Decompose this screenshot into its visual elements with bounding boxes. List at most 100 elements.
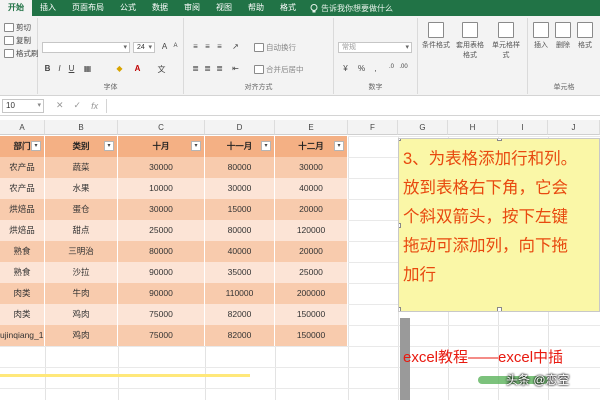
wrap-text-button[interactable]: 自动换行: [254, 42, 296, 53]
copy-button[interactable]: 复制: [4, 35, 31, 46]
column-header[interactable]: C: [118, 120, 205, 135]
resize-handle[interactable]: [497, 307, 502, 311]
cut-button[interactable]: 剪切: [4, 22, 31, 33]
align-left-icon[interactable]: ≣: [190, 64, 201, 73]
table-cell[interactable]: 30000: [118, 199, 205, 220]
align-bottom-icon[interactable]: ≡: [214, 42, 225, 51]
resize-handle[interactable]: [497, 139, 502, 141]
cancel-icon[interactable]: ✕: [56, 100, 64, 111]
table-cell[interactable]: 30000: [118, 157, 205, 178]
table-cell[interactable]: 25000: [118, 220, 205, 241]
table-cell[interactable]: 10000: [118, 178, 205, 199]
insert-cells-button[interactable]: 插入: [530, 22, 552, 50]
filter-dropdown-icon[interactable]: ▾: [104, 141, 114, 151]
table-cell[interactable]: 肉类: [0, 283, 45, 304]
filter-dropdown-icon[interactable]: ▾: [191, 141, 201, 151]
ribbon-tab[interactable]: 帮助: [240, 0, 272, 16]
name-box[interactable]: 10: [2, 98, 44, 113]
ribbon-tab[interactable]: 格式: [272, 0, 304, 16]
filter-dropdown-icon[interactable]: ▾: [334, 141, 344, 151]
column-header[interactable]: G: [398, 120, 448, 135]
ribbon-tab[interactable]: 视图: [208, 0, 240, 16]
table-cell[interactable]: 90000: [118, 262, 205, 283]
table-header-cell[interactable]: 十月 ▾: [118, 136, 205, 157]
merge-center-button[interactable]: 合并后居中: [254, 64, 304, 75]
increase-decimal-icon[interactable]: .0: [386, 64, 397, 70]
table-header-cell[interactable]: 部门 ▾: [0, 136, 45, 157]
ribbon-tab[interactable]: 数据: [144, 0, 176, 16]
resize-handle[interactable]: [399, 139, 401, 141]
decrease-decimal-icon[interactable]: .00: [398, 64, 409, 70]
orientation-icon[interactable]: ↗: [230, 42, 241, 51]
percent-icon[interactable]: %: [356, 64, 367, 73]
align-center-icon[interactable]: ≣: [202, 64, 213, 73]
column-header[interactable]: H: [448, 120, 498, 135]
table-cell[interactable]: 鸡肉: [45, 325, 118, 346]
table-cell[interactable]: 75000: [118, 325, 205, 346]
number-format-select[interactable]: 常规: [338, 42, 412, 53]
table-header-cell[interactable]: 类别 ▾: [45, 136, 118, 157]
table-cell[interactable]: 40000: [205, 241, 275, 262]
table-cell[interactable]: 35000: [205, 262, 275, 283]
delete-cells-button[interactable]: 删除: [552, 22, 574, 50]
bold-button[interactable]: B: [42, 64, 53, 73]
column-header[interactable]: E: [275, 120, 348, 135]
underline-button[interactable]: U: [66, 64, 77, 73]
column-header[interactable]: B: [45, 120, 118, 135]
table-cell[interactable]: 烘焙品: [0, 199, 45, 220]
table-cell[interactable]: 82000: [205, 304, 275, 325]
table-cell[interactable]: 农产品: [0, 157, 45, 178]
table-cell[interactable]: 30000: [275, 157, 348, 178]
table-cell[interactable]: 熟食: [0, 262, 45, 283]
column-header[interactable]: A: [0, 120, 45, 135]
table-cell[interactable]: 25000: [275, 262, 348, 283]
ribbon-tab[interactable]: 页面布局: [64, 0, 112, 16]
cell-styles-button[interactable]: 单元格样式: [492, 22, 520, 60]
table-cell[interactable]: 200000: [275, 283, 348, 304]
table-cell[interactable]: ujinqiang_1: [0, 325, 45, 346]
table-cell[interactable]: 82000: [205, 325, 275, 346]
table-cell[interactable]: 120000: [275, 220, 348, 241]
column-header[interactable]: J: [548, 120, 600, 135]
align-right-icon[interactable]: ≣: [214, 64, 225, 73]
format-cells-button[interactable]: 格式: [574, 22, 596, 50]
comma-icon[interactable]: ,: [370, 64, 381, 73]
font-family-select[interactable]: [42, 42, 130, 53]
decrease-font-icon[interactable]: A: [170, 43, 181, 49]
align-top-icon[interactable]: ≡: [190, 42, 201, 51]
confirm-icon[interactable]: ✓: [74, 100, 82, 111]
table-header-cell[interactable]: 十一月 ▾: [205, 136, 275, 157]
format-as-table-button[interactable]: 套用表格格式: [456, 22, 484, 60]
table-cell[interactable]: 甜点: [45, 220, 118, 241]
table-cell[interactable]: 牛肉: [45, 283, 118, 304]
table-cell[interactable]: 110000: [205, 283, 275, 304]
ribbon-tab[interactable]: 插入: [32, 0, 64, 16]
italic-button[interactable]: I: [54, 64, 65, 73]
table-cell[interactable]: 40000: [275, 178, 348, 199]
table-cell[interactable]: 150000: [275, 304, 348, 325]
table-cell[interactable]: 三明治: [45, 241, 118, 262]
font-color-icon[interactable]: A: [132, 64, 143, 73]
format-painter-button[interactable]: 格式刷: [4, 48, 39, 59]
table-cell[interactable]: 80000: [205, 157, 275, 178]
table-cell[interactable]: 75000: [118, 304, 205, 325]
ribbon-tab[interactable]: 公式: [112, 0, 144, 16]
ribbon-tab[interactable]: 审阅: [176, 0, 208, 16]
filter-dropdown-icon[interactable]: ▾: [31, 141, 41, 151]
table-cell[interactable]: 沙拉: [45, 262, 118, 283]
table-cell[interactable]: 80000: [118, 241, 205, 262]
increase-font-icon[interactable]: A: [159, 42, 170, 51]
fill-color-icon[interactable]: ◆: [114, 64, 125, 73]
table-cell[interactable]: 20000: [275, 241, 348, 262]
conditional-format-button[interactable]: 条件格式: [422, 22, 450, 50]
indent-icon[interactable]: ⇤: [230, 64, 241, 73]
table-cell[interactable]: 蛋仓: [45, 199, 118, 220]
table-cell[interactable]: 蔬菜: [45, 157, 118, 178]
currency-icon[interactable]: ¥: [340, 64, 351, 73]
filter-dropdown-icon[interactable]: ▾: [261, 141, 271, 151]
table-cell[interactable]: 鸡肉: [45, 304, 118, 325]
phonetic-icon[interactable]: 文: [156, 64, 167, 75]
ribbon-tab[interactable]: 开始: [0, 0, 32, 16]
align-middle-icon[interactable]: ≡: [202, 42, 213, 51]
column-header[interactable]: F: [348, 120, 398, 135]
